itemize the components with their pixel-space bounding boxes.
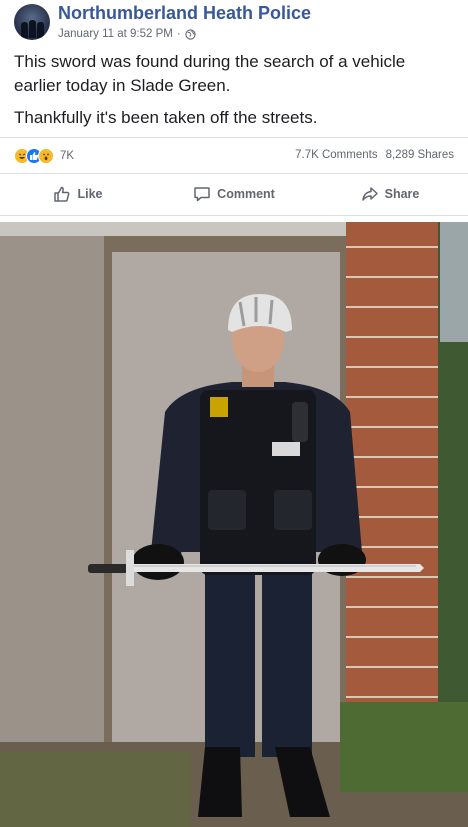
- divider: [0, 137, 468, 138]
- post-card: Northumberland Heath Police January 11 a…: [0, 0, 468, 215]
- comment-icon: [194, 187, 210, 202]
- post-text-line-2: Thankfully it's been taken off the stree…: [14, 108, 318, 127]
- meta-separator: ·: [176, 28, 181, 40]
- like-button[interactable]: Like: [0, 176, 156, 212]
- reactions-summary[interactable]: 7K: [14, 148, 74, 164]
- post-text: This sword was found during the search o…: [14, 50, 454, 138]
- comment-button[interactable]: Comment: [156, 176, 312, 212]
- post-text-line-1: This sword was found during the search o…: [14, 52, 406, 95]
- page-avatar[interactable]: [14, 4, 50, 40]
- divider: [0, 215, 468, 216]
- engagement-counts: 7.7K Comments 8,289 Shares: [295, 149, 454, 161]
- comment-label: Comment: [217, 187, 275, 201]
- reaction-count: 7K: [60, 150, 75, 162]
- share-button[interactable]: Share: [312, 176, 468, 212]
- wow-icon: [38, 148, 54, 164]
- photo-illustration: [0, 222, 468, 827]
- thumbs-up-icon: [54, 186, 70, 202]
- share-label: Share: [384, 187, 420, 201]
- post-timestamp[interactable]: January 11 at 9:52 PM: [58, 28, 173, 40]
- action-bar: Like Comment Share: [0, 176, 468, 212]
- divider: [0, 173, 468, 174]
- comments-count[interactable]: 7.7K Comments: [295, 149, 377, 161]
- page-name-link[interactable]: Northumberland Heath Police: [58, 3, 311, 24]
- share-arrow-icon: [361, 187, 378, 201]
- post-photo[interactable]: [0, 222, 468, 827]
- globe-icon: [185, 28, 196, 40]
- shares-count[interactable]: 8,289 Shares: [386, 149, 454, 161]
- like-label: Like: [77, 187, 103, 201]
- post-meta: January 11 at 9:52 PM ·: [58, 28, 196, 40]
